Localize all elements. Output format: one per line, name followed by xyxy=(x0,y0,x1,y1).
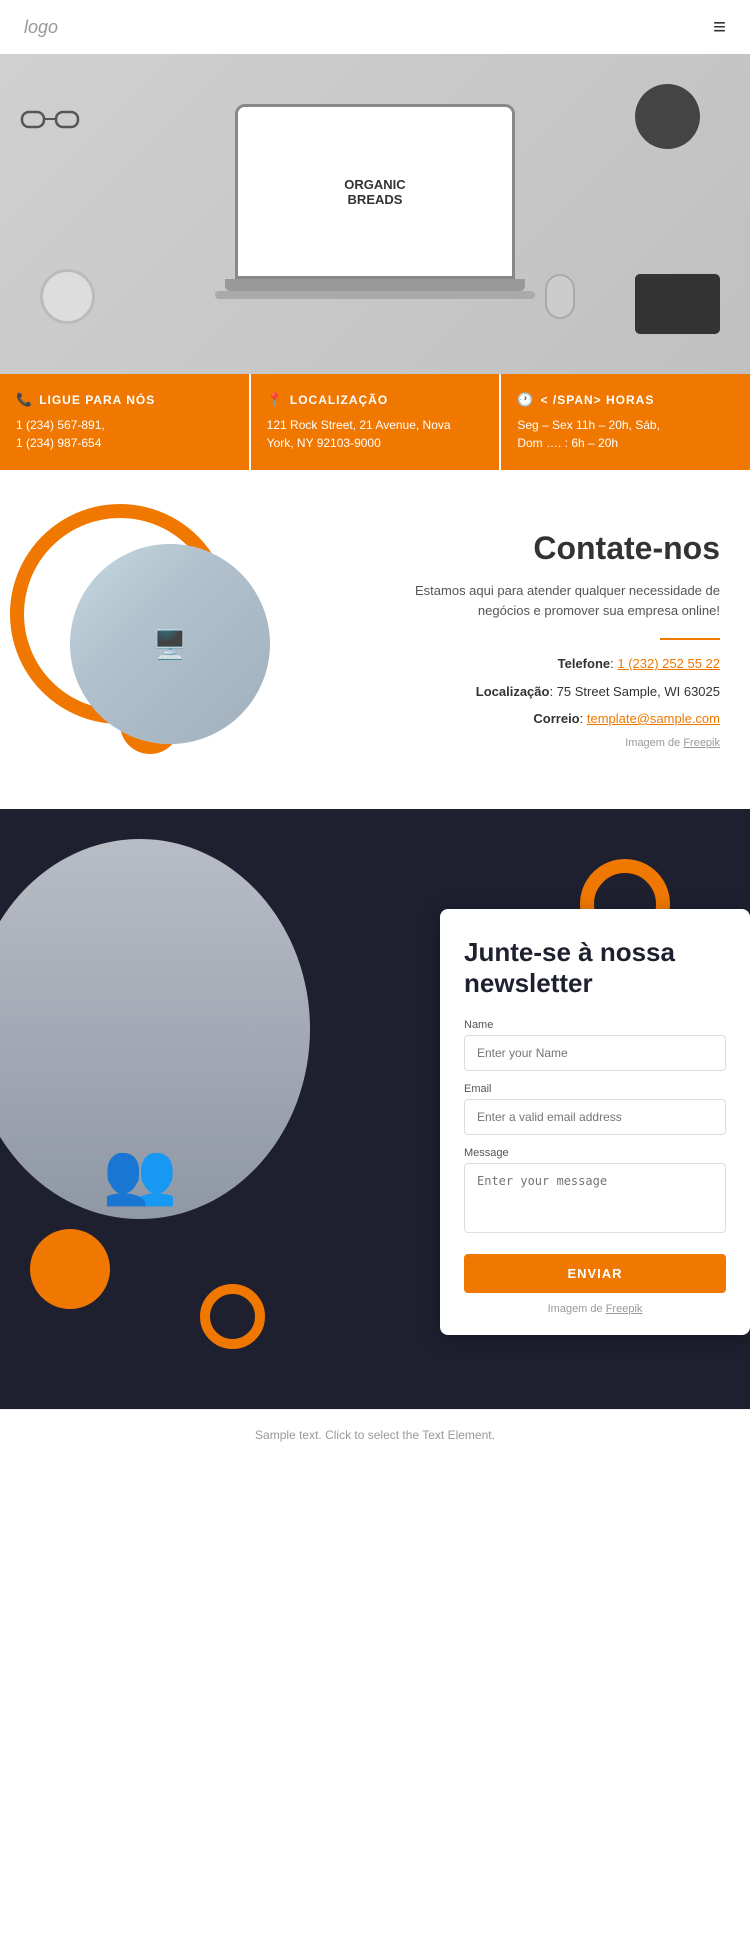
nl-circle-bottom-mid xyxy=(200,1284,265,1349)
nl-team-photo-area: 👥 xyxy=(0,809,360,1289)
clock-icon: 🕐 xyxy=(517,392,534,408)
contact-phone: Telefone: 1 (232) 252 55 22 xyxy=(380,654,720,674)
info-card-location: 📍 LOCALIZAÇÃO 121 Rock Street, 21 Avenue… xyxy=(251,374,500,470)
logo: logo xyxy=(24,17,58,38)
nl-image-credit: Imagem de Freepik xyxy=(464,1303,726,1315)
hero-background: ORGANIC BREADS xyxy=(0,54,750,374)
tablet-decoration xyxy=(635,274,720,334)
message-field-group: Message xyxy=(464,1147,726,1238)
info-card-phone: 📞 LIGUE PARA NÓS 1 (234) 567-891, 1 (234… xyxy=(0,374,249,470)
contact-photo: 🖥️ xyxy=(70,544,270,744)
info-card-hours-title: 🕐 < /SPAN> HORAS xyxy=(517,392,734,408)
name-label: Name xyxy=(464,1019,726,1031)
phone-icon: 📞 xyxy=(16,392,33,408)
contact-location: Localização: 75 Street Sample, WI 63025 xyxy=(380,682,720,702)
newsletter-form-card: Junte-se à nossa newsletter Name Email M… xyxy=(440,909,750,1335)
pan-decoration xyxy=(635,84,700,149)
hero-section: ORGANIC BREADS xyxy=(0,54,750,374)
info-cards-section: 📞 LIGUE PARA NÓS 1 (234) 567-891, 1 (234… xyxy=(0,374,750,470)
name-input[interactable] xyxy=(464,1035,726,1071)
mouse-decoration xyxy=(545,274,575,319)
email-field-group: Email xyxy=(464,1083,726,1135)
contact-desc: Estamos aqui para atender qualquer neces… xyxy=(380,581,720,620)
contact-photo-inner: 🖥️ xyxy=(70,544,270,744)
contact-photo-area: 🖥️ xyxy=(30,534,350,744)
laptop-text-line2: BREADS xyxy=(348,192,403,207)
navbar: logo ≡ xyxy=(0,0,750,54)
contact-title: Contate-nos xyxy=(380,530,720,567)
nl-team-bg: 👥 xyxy=(0,839,310,1219)
laptop: ORGANIC BREADS xyxy=(205,104,545,324)
contact-info: Contate-nos Estamos aqui para atender qu… xyxy=(350,530,720,749)
newsletter-title: Junte-se à nossa newsletter xyxy=(464,937,726,999)
footer-text: Sample text. Click to select the Text El… xyxy=(255,1428,495,1442)
contact-divider xyxy=(660,638,720,640)
nl-team-circle: 👥 xyxy=(0,839,310,1219)
email-input[interactable] xyxy=(464,1099,726,1135)
email-label: Email xyxy=(464,1083,726,1095)
contact-section: 🖥️ Contate-nos Estamos aqui para atender… xyxy=(0,470,750,809)
info-card-hours: 🕐 < /SPAN> HORAS Seg – Sex 11h – 20h, Sá… xyxy=(501,374,750,470)
footer: Sample text. Click to select the Text El… xyxy=(0,1409,750,1460)
message-input[interactable] xyxy=(464,1163,726,1233)
newsletter-section: 👥 Junte-se à nossa newsletter Name Email… xyxy=(0,809,750,1409)
info-card-location-text: 121 Rock Street, 21 Avenue, Nova York, N… xyxy=(267,416,484,452)
laptop-text-line1: ORGANIC xyxy=(344,177,405,192)
submit-button[interactable]: ENVIAR xyxy=(464,1254,726,1293)
info-card-phone-title: 📞 LIGUE PARA NÓS xyxy=(16,392,233,408)
location-icon: 📍 xyxy=(267,392,284,408)
info-card-phone-text: 1 (234) 567-891, 1 (234) 987-654 xyxy=(16,416,233,452)
menu-icon[interactable]: ≡ xyxy=(713,14,726,40)
coffee-decoration xyxy=(40,269,95,324)
name-field-group: Name xyxy=(464,1019,726,1071)
info-card-location-title: 📍 LOCALIZAÇÃO xyxy=(267,392,484,408)
message-label: Message xyxy=(464,1147,726,1159)
info-card-hours-text: Seg – Sex 11h – 20h, Sáb, Dom …. : 6h – … xyxy=(517,416,734,452)
contact-email: Correio: template@sample.com xyxy=(380,709,720,729)
contact-image-credit: Imagem de Freepik xyxy=(380,737,720,749)
glasses-decoration xyxy=(20,104,80,144)
